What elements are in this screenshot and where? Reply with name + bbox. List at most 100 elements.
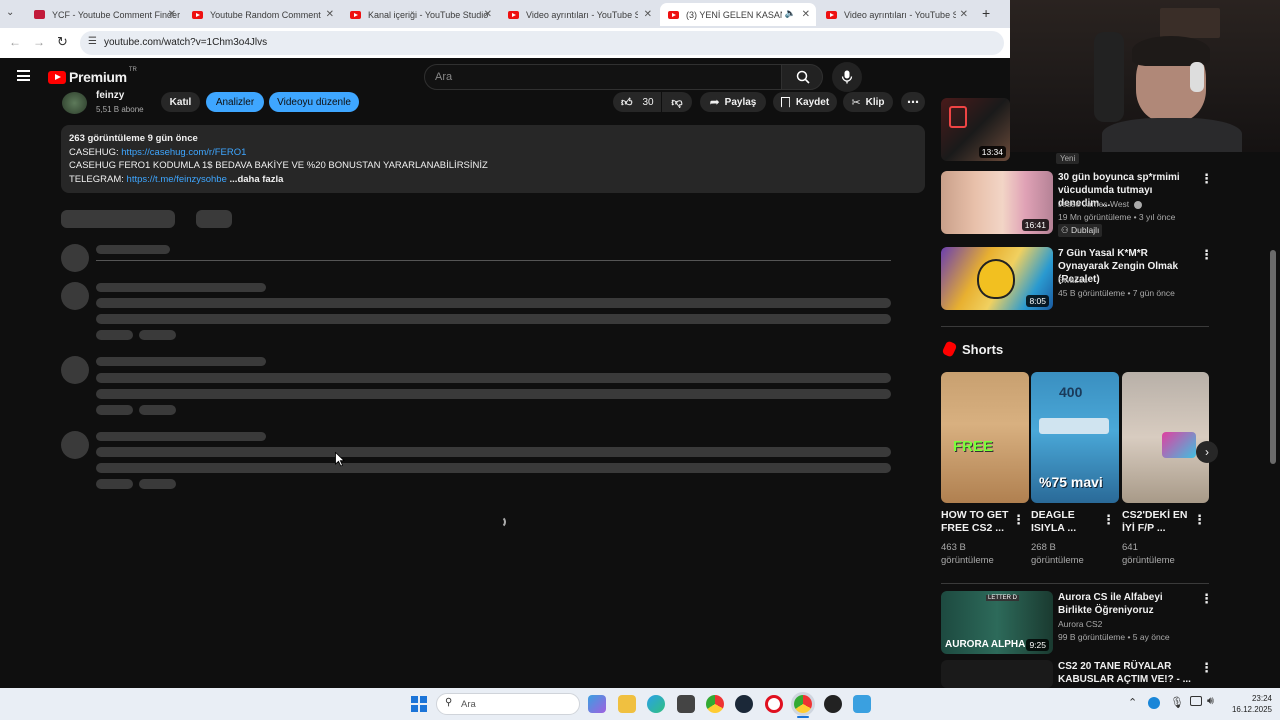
short-menu-icon[interactable]: ⋮ — [1193, 512, 1206, 528]
video-thumbnail[interactable]: 16:41 — [941, 171, 1053, 234]
short-thumbnail[interactable] — [1122, 372, 1209, 503]
close-icon[interactable]: ✕ — [326, 9, 334, 20]
tab-video-details-1[interactable]: Video ayrıntıları - YouTube Stu ✕ — [500, 3, 658, 26]
video-channel[interactable]: Jesse James West — [1058, 198, 1142, 211]
back-icon[interactable]: ← — [9, 35, 21, 49]
edge-icon[interactable] — [647, 695, 665, 713]
video-menu-icon[interactable]: ⋮ — [1200, 171, 1213, 187]
speaker-icon[interactable]: 🔈 — [785, 8, 796, 19]
close-icon[interactable]: ✕ — [644, 9, 652, 20]
bookmark-icon — [780, 96, 790, 108]
join-button[interactable]: Katıl — [161, 92, 200, 112]
short-title[interactable]: HOW TO GET FREE CS2 ... — [941, 509, 1011, 535]
short-thumbnail[interactable]: FREE — [941, 372, 1029, 503]
microphone-icon[interactable]: 🎙︎ — [1170, 696, 1184, 709]
tab-random-comment[interactable]: Youtube Random Comment Pic ✕ — [184, 3, 340, 26]
skeleton-avatar — [61, 431, 89, 459]
tab-active-video[interactable]: (3) YENİ GELEN KASANIN E 🔈 ✕ — [660, 3, 816, 26]
video-thumbnail[interactable]: LETTER D AURORA ALPHA 9:25 — [941, 591, 1053, 654]
tray-app-icon[interactable] — [1148, 697, 1160, 709]
search-input[interactable]: Ara — [424, 64, 782, 90]
video-thumbnail[interactable] — [941, 660, 1053, 688]
close-icon[interactable]: ✕ — [168, 9, 176, 20]
tab-channel-content[interactable]: Kanal içeriği - YouTube Studio ✕ — [342, 3, 498, 26]
search-button[interactable] — [781, 64, 823, 90]
skeleton-avatar — [61, 244, 89, 272]
notepad-icon[interactable] — [853, 695, 871, 713]
skeleton-bar — [196, 210, 232, 228]
video-channel[interactable]: Swazes — [1058, 274, 1088, 287]
clip-button[interactable]: ✂ Klip — [843, 92, 893, 112]
skeleton-bar — [96, 330, 133, 340]
short-menu-icon[interactable]: ⋮ — [1102, 512, 1115, 528]
voice-search-button[interactable] — [832, 62, 862, 92]
tab-video-details-2[interactable]: Video ayrıntıları - YouTube Stu ✕ — [818, 3, 974, 26]
close-icon[interactable]: ✕ — [484, 9, 492, 20]
reload-icon[interactable]: ↻ — [57, 34, 68, 50]
clock[interactable]: 23:24 16.12.2025 — [1226, 693, 1272, 715]
show-more-link[interactable]: ...daha fazla — [230, 174, 284, 185]
search-icon: ⚲ — [445, 697, 453, 708]
close-icon[interactable]: ✕ — [802, 9, 810, 20]
opera-icon[interactable] — [765, 695, 783, 713]
video-thumbnail[interactable]: 13:34 — [941, 98, 1010, 161]
new-badge: Yeni — [1056, 153, 1080, 164]
tab-list-chevron-icon[interactable]: ⌄ — [6, 7, 14, 18]
edit-video-button[interactable]: Videoyu düzenle — [269, 92, 359, 112]
browser-tab-bar: ⌄ YCF - Youtube Comment Finder ✕ Youtube… — [0, 0, 1010, 28]
opera-gx-icon[interactable] — [824, 695, 842, 713]
youtube-logo[interactable]: Premium TR — [48, 67, 137, 85]
new-tab-button[interactable]: + — [982, 5, 990, 21]
display-icon[interactable] — [1190, 696, 1202, 706]
file-explorer-icon[interactable] — [618, 695, 636, 713]
forward-icon[interactable]: → — [33, 35, 45, 49]
tray-chevron-icon[interactable]: ⌃ — [1128, 696, 1137, 709]
steam-icon[interactable] — [735, 695, 753, 713]
menu-icon[interactable] — [17, 70, 30, 81]
active-app-indicator — [797, 716, 809, 718]
analytics-button[interactable]: Analizler — [206, 92, 264, 112]
video-title[interactable]: CS2 20 TANE RÜYALAR KABUSLAR AÇTIM VE!? … — [1058, 660, 1192, 686]
store-icon[interactable] — [677, 695, 695, 713]
short-title[interactable]: CS2'DEKİ EN İYİ F/P ... — [1122, 509, 1188, 535]
skeleton-bar — [96, 314, 891, 324]
telegram-link[interactable]: https://t.me/feinzysohbe — [127, 174, 227, 185]
dislike-button[interactable]: 👎︎ — [662, 92, 692, 112]
site-info-icon[interactable]: ☰ — [88, 36, 97, 47]
short-thumbnail[interactable]: 400 %75 mavi — [1031, 372, 1119, 503]
video-thumbnail[interactable]: 8:05 — [941, 247, 1053, 310]
video-menu-icon[interactable]: ⋮ — [1200, 247, 1213, 263]
like-button[interactable]: 👍︎ 30 — [613, 92, 661, 112]
video-duration: 13:34 — [978, 146, 1006, 158]
shorts-next-button[interactable]: › — [1196, 441, 1218, 463]
short-menu-icon[interactable]: ⋮ — [1012, 512, 1025, 528]
save-button[interactable]: Kaydet — [773, 92, 837, 112]
youtube-header: Premium TR Ara — [0, 58, 1010, 96]
video-channel[interactable]: Aurora CS2 — [1058, 618, 1102, 631]
taskbar-search[interactable]: ⚲ Ara — [436, 693, 580, 715]
description-line-1: CASEHUG: https://casehug.com/r/FERO1 — [69, 146, 247, 158]
page-scrollbar[interactable] — [1270, 250, 1276, 464]
widgets-icon[interactable] — [588, 695, 606, 713]
video-title[interactable]: Aurora CS ile Alfabeyi Birlikte Öğreniyo… — [1058, 591, 1192, 617]
video-description[interactable]: 263 görüntüleme 9 gün önce CASEHUG: http… — [61, 125, 925, 193]
share-button[interactable]: ➦ Paylaş — [700, 92, 766, 112]
casehug-link[interactable]: https://casehug.com/r/FERO1 — [121, 147, 246, 158]
url-field[interactable]: ☰ youtube.com/watch?v=1Chm3o4Jlvs — [80, 31, 1004, 55]
volume-icon[interactable]: 🔊︎ — [1207, 695, 1214, 708]
channel-name[interactable]: feinzy — [96, 90, 124, 101]
tab-ycf[interactable]: YCF - Youtube Comment Finder ✕ — [26, 3, 182, 26]
chrome-active-icon[interactable] — [794, 695, 812, 713]
video-menu-icon[interactable]: ⋮ — [1200, 591, 1213, 607]
channel-avatar[interactable] — [62, 92, 87, 114]
person-icon: ⚇ — [1061, 225, 1069, 235]
more-actions-button[interactable]: ⋯ — [901, 92, 925, 112]
video-menu-icon[interactable]: ⋮ — [1200, 660, 1213, 676]
windows-start-icon[interactable] — [411, 696, 427, 712]
chrome-icon[interactable] — [706, 695, 724, 713]
short-title[interactable]: DEAGLE ISIYLA ... — [1031, 509, 1097, 535]
skeleton-bar — [96, 283, 266, 292]
video-meta: 45 B görüntüleme • 7 gün önce — [1058, 288, 1175, 298]
close-icon[interactable]: ✕ — [960, 9, 968, 20]
video-meta: 19 Mn görüntüleme • 3 yıl önce — [1058, 212, 1176, 222]
